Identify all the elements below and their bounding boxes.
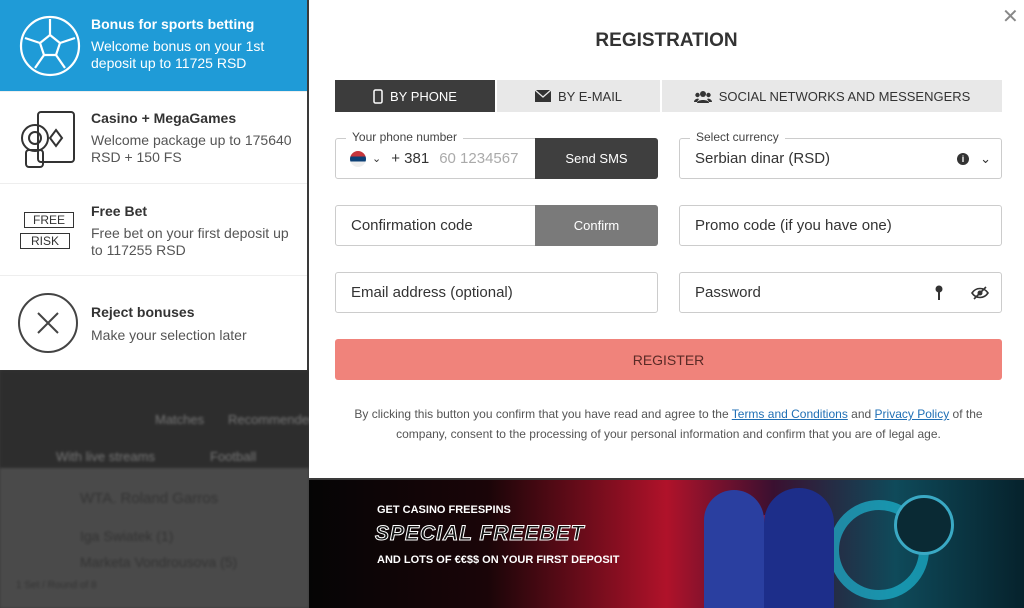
risk-badge: RISK bbox=[20, 233, 70, 249]
bg-tab-recommended: Recommended bbox=[228, 412, 317, 427]
soccer-ball-icon bbox=[19, 15, 81, 77]
country-code: + 381 bbox=[391, 150, 430, 167]
eye-off-icon[interactable] bbox=[971, 285, 989, 300]
info-icon[interactable]: i bbox=[957, 152, 969, 165]
confirm-button[interactable]: Confirm bbox=[535, 205, 658, 246]
banner-line1: GET CASINO FREESPINS bbox=[377, 504, 511, 516]
currency-select[interactable]: Select currency Serbian dinar (RSD) i ⌄ bbox=[679, 130, 1002, 179]
terms-text: By clicking this button you confirm that… bbox=[335, 404, 1002, 444]
casino-cards-icon bbox=[21, 111, 75, 168]
tab-label: BY PHONE bbox=[390, 88, 457, 104]
bg-match-card: WTA. Roland Garros Iga Swiatek (1) Marke… bbox=[0, 468, 309, 608]
password-placeholder: Password bbox=[695, 284, 761, 301]
modal-title: REGISTRATION bbox=[595, 30, 738, 51]
currency-value: Serbian dinar (RSD) bbox=[695, 150, 831, 167]
confirmation-placeholder: Confirmation code bbox=[351, 217, 473, 234]
banner-player-figure bbox=[704, 490, 764, 608]
bg-live-toggle: With live streams bbox=[56, 449, 155, 464]
tab-label: SOCIAL NETWORKS AND MESSENGERS bbox=[718, 88, 971, 104]
bonus-selector: Bonus for sports betting Welcome bonus o… bbox=[0, 0, 307, 370]
currency-label: Select currency bbox=[690, 130, 785, 144]
bg-tab-matches: Matches bbox=[155, 412, 205, 427]
free-badge: FREE bbox=[24, 212, 74, 228]
bonus-title: Free Bet bbox=[91, 203, 148, 219]
promo-banner[interactable]: GET CASINO FREESPINS SPECIAL FREEBET AND… bbox=[309, 480, 1024, 608]
bonus-title: Reject bonuses bbox=[91, 304, 195, 320]
send-sms-button[interactable]: Send SMS bbox=[535, 138, 658, 179]
bonus-reject[interactable]: Reject bonuses Make your selection later bbox=[0, 277, 307, 369]
bg-sport: Football bbox=[210, 449, 257, 464]
roulette-wheel bbox=[894, 495, 954, 555]
email-placeholder: Email address (optional) bbox=[351, 284, 513, 301]
banner-woman-figure bbox=[764, 488, 834, 608]
bonus-casino[interactable]: Casino + MegaGames Welcome package up to… bbox=[0, 92, 307, 184]
tab-label: BY E-MAIL bbox=[557, 88, 623, 104]
bonus-desc: Welcome bonus on your 1st deposit up to … bbox=[91, 38, 265, 71]
terms-mid: and bbox=[847, 407, 875, 421]
chevron-down-icon[interactable]: ⌄ bbox=[980, 151, 991, 167]
bonus-desc: Free bet on your first deposit up to 117… bbox=[91, 225, 289, 258]
phone-label: Your phone number bbox=[346, 130, 463, 144]
bg-league: WTA. Roland Garros bbox=[80, 490, 219, 507]
bg-player: Marketa Vondrousova (5) bbox=[80, 554, 238, 570]
password-input[interactable]: Password bbox=[679, 272, 1002, 313]
bonus-title: Bonus for sports betting bbox=[91, 16, 255, 32]
tab-social[interactable]: SOCIAL NETWORKS AND MESSENGERS bbox=[662, 80, 1002, 112]
promo-placeholder: Promo code (if you have one) bbox=[695, 217, 892, 234]
terms-link[interactable]: Terms and Conditions bbox=[732, 407, 848, 421]
bg-player: Iga Swiatek (1) bbox=[80, 528, 174, 544]
blurred-background: Matches Recommended With live streams Fo… bbox=[0, 370, 316, 608]
close-circle-icon bbox=[18, 293, 78, 353]
banner-line2: SPECIAL FREEBET bbox=[374, 522, 585, 546]
free-risk-icon: FREE RISK bbox=[18, 198, 82, 262]
bonus-sports[interactable]: Bonus for sports betting Welcome bonus o… bbox=[0, 0, 307, 92]
tab-by-phone[interactable]: BY PHONE bbox=[335, 80, 495, 112]
promo-code-input[interactable]: Promo code (if you have one) bbox=[679, 205, 1002, 246]
serbia-flag-icon[interactable] bbox=[350, 150, 366, 167]
close-icon[interactable]: ✕ bbox=[1002, 4, 1019, 29]
tab-by-email[interactable]: BY E-MAIL bbox=[497, 80, 660, 112]
bonus-title: Casino + MegaGames bbox=[91, 110, 237, 126]
bonus-desc: Welcome package up to 175640 RSD + 150 F… bbox=[91, 132, 292, 165]
bonus-desc: Make your selection later bbox=[91, 327, 247, 343]
phone-input[interactable]: 60 1234567 bbox=[439, 150, 518, 167]
key-icon[interactable] bbox=[935, 285, 943, 301]
phone-icon bbox=[373, 88, 383, 104]
envelope-icon bbox=[534, 90, 551, 102]
bonus-free-bet[interactable]: FREE RISK Free Bet Free bet on your firs… bbox=[0, 184, 307, 276]
banner-line3: AND LOTS OF €€$$ ON YOUR FIRST DEPOSIT bbox=[377, 554, 620, 566]
users-icon bbox=[693, 90, 712, 103]
chevron-down-icon[interactable]: ⌄ bbox=[372, 152, 381, 165]
register-button[interactable]: REGISTER bbox=[335, 339, 1002, 380]
email-input[interactable]: Email address (optional) bbox=[335, 272, 658, 313]
bg-round: 1 Set / Round of 8 bbox=[16, 580, 97, 591]
terms-pre: By clicking this button you confirm that… bbox=[354, 407, 732, 421]
privacy-link[interactable]: Privacy Policy bbox=[875, 407, 950, 421]
